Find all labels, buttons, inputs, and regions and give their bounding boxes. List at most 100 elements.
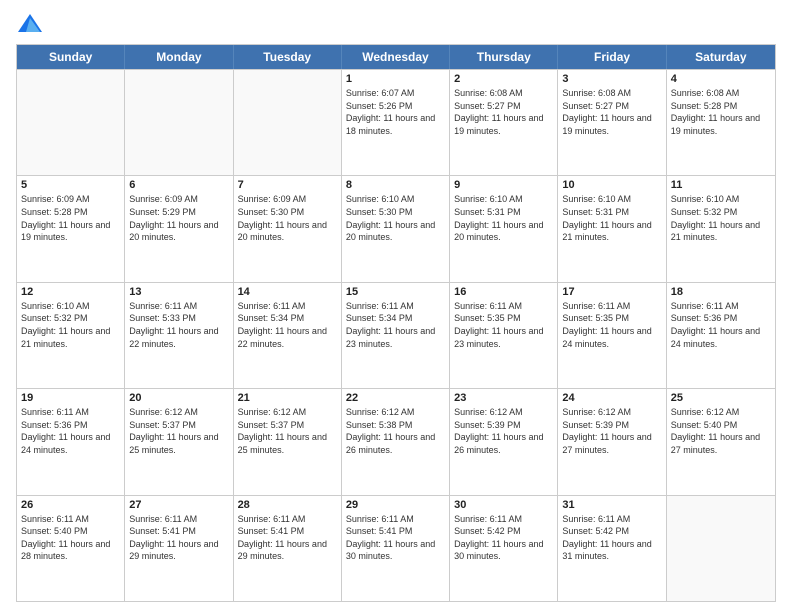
calendar-cell bbox=[17, 70, 125, 175]
day-number: 17 bbox=[562, 286, 661, 298]
calendar-cell: 4 Sunrise: 6:08 AM Sunset: 5:28 PM Daylig… bbox=[667, 70, 775, 175]
day-number: 19 bbox=[21, 392, 120, 404]
day-info: Sunrise: 6:10 AM Sunset: 5:30 PM Dayligh… bbox=[346, 193, 445, 243]
header-day-friday: Friday bbox=[558, 45, 666, 69]
day-info: Sunrise: 6:11 AM Sunset: 5:42 PM Dayligh… bbox=[454, 513, 553, 563]
calendar-body: 1 Sunrise: 6:07 AM Sunset: 5:26 PM Daylig… bbox=[17, 69, 775, 601]
day-info: Sunrise: 6:08 AM Sunset: 5:27 PM Dayligh… bbox=[562, 87, 661, 137]
calendar-cell: 1 Sunrise: 6:07 AM Sunset: 5:26 PM Daylig… bbox=[342, 70, 450, 175]
day-info: Sunrise: 6:11 AM Sunset: 5:40 PM Dayligh… bbox=[21, 513, 120, 563]
calendar-cell: 27Sunrise: 6:11 AM Sunset: 5:41 PM Dayli… bbox=[125, 496, 233, 601]
week-row-2: 5Sunrise: 6:09 AM Sunset: 5:28 PM Daylig… bbox=[17, 175, 775, 281]
day-number: 31 bbox=[562, 499, 661, 511]
day-number: 29 bbox=[346, 499, 445, 511]
calendar-cell: 23 Sunrise: 6:12 AM Sunset: 5:39 PM Dayli… bbox=[450, 389, 558, 494]
calendar-cell: 29Sunrise: 6:11 AM Sunset: 5:41 PM Dayli… bbox=[342, 496, 450, 601]
calendar-cell: 31 Sunrise: 6:11 AM Sunset: 5:42 PM Dayli… bbox=[558, 496, 666, 601]
calendar-cell: 6Sunrise: 6:09 AM Sunset: 5:29 PM Daylig… bbox=[125, 176, 233, 281]
header bbox=[16, 10, 776, 38]
day-info: Sunrise: 6:10 AM Sunset: 5:32 PM Dayligh… bbox=[21, 300, 120, 350]
calendar-cell: 15Sunrise: 6:11 AM Sunset: 5:34 PM Dayli… bbox=[342, 283, 450, 388]
calendar-cell: 7 Sunrise: 6:09 AM Sunset: 5:30 PM Daylig… bbox=[234, 176, 342, 281]
day-info: Sunrise: 6:11 AM Sunset: 5:36 PM Dayligh… bbox=[671, 300, 771, 350]
calendar-cell: 18 Sunrise: 6:11 AM Sunset: 5:36 PM Dayli… bbox=[667, 283, 775, 388]
day-number: 16 bbox=[454, 286, 553, 298]
day-number: 10 bbox=[562, 179, 661, 191]
day-number: 11 bbox=[671, 179, 771, 191]
calendar-cell: 28 Sunrise: 6:11 AM Sunset: 5:41 PM Dayli… bbox=[234, 496, 342, 601]
calendar-cell: 30 Sunrise: 6:11 AM Sunset: 5:42 PM Dayli… bbox=[450, 496, 558, 601]
day-info: Sunrise: 6:10 AM Sunset: 5:31 PM Dayligh… bbox=[562, 193, 661, 243]
day-info: Sunrise: 6:11 AM Sunset: 5:42 PM Dayligh… bbox=[562, 513, 661, 563]
day-info: Sunrise: 6:09 AM Sunset: 5:30 PM Dayligh… bbox=[238, 193, 337, 243]
week-row-1: 1 Sunrise: 6:07 AM Sunset: 5:26 PM Daylig… bbox=[17, 69, 775, 175]
calendar-cell: 22 Sunrise: 6:12 AM Sunset: 5:38 PM Dayli… bbox=[342, 389, 450, 494]
day-number: 28 bbox=[238, 499, 337, 511]
calendar-cell: 25 Sunrise: 6:12 AM Sunset: 5:40 PM Dayli… bbox=[667, 389, 775, 494]
header-day-saturday: Saturday bbox=[667, 45, 775, 69]
logo-icon bbox=[16, 10, 44, 38]
day-info: Sunrise: 6:11 AM Sunset: 5:33 PM Dayligh… bbox=[129, 300, 228, 350]
day-number: 30 bbox=[454, 499, 553, 511]
calendar-cell: 11 Sunrise: 6:10 AM Sunset: 5:32 PM Dayli… bbox=[667, 176, 775, 281]
day-number: 3 bbox=[562, 73, 661, 85]
header-day-thursday: Thursday bbox=[450, 45, 558, 69]
calendar-cell bbox=[667, 496, 775, 601]
day-number: 22 bbox=[346, 392, 445, 404]
day-info: Sunrise: 6:12 AM Sunset: 5:39 PM Dayligh… bbox=[562, 406, 661, 456]
day-number: 27 bbox=[129, 499, 228, 511]
day-number: 2 bbox=[454, 73, 553, 85]
calendar-cell: 13Sunrise: 6:11 AM Sunset: 5:33 PM Dayli… bbox=[125, 283, 233, 388]
day-number: 18 bbox=[671, 286, 771, 298]
day-number: 5 bbox=[21, 179, 120, 191]
header-day-sunday: Sunday bbox=[17, 45, 125, 69]
day-info: Sunrise: 6:11 AM Sunset: 5:41 PM Dayligh… bbox=[238, 513, 337, 563]
day-number: 25 bbox=[671, 392, 771, 404]
header-day-wednesday: Wednesday bbox=[342, 45, 450, 69]
calendar-cell: 8 Sunrise: 6:10 AM Sunset: 5:30 PM Daylig… bbox=[342, 176, 450, 281]
day-number: 8 bbox=[346, 179, 445, 191]
day-number: 7 bbox=[238, 179, 337, 191]
calendar-cell: 9 Sunrise: 6:10 AM Sunset: 5:31 PM Daylig… bbox=[450, 176, 558, 281]
calendar-header: SundayMondayTuesdayWednesdayThursdayFrid… bbox=[17, 45, 775, 69]
day-info: Sunrise: 6:12 AM Sunset: 5:38 PM Dayligh… bbox=[346, 406, 445, 456]
day-info: Sunrise: 6:11 AM Sunset: 5:35 PM Dayligh… bbox=[454, 300, 553, 350]
header-day-tuesday: Tuesday bbox=[234, 45, 342, 69]
calendar: SundayMondayTuesdayWednesdayThursdayFrid… bbox=[16, 44, 776, 602]
day-info: Sunrise: 6:08 AM Sunset: 5:27 PM Dayligh… bbox=[454, 87, 553, 137]
calendar-cell: 26Sunrise: 6:11 AM Sunset: 5:40 PM Dayli… bbox=[17, 496, 125, 601]
calendar-cell: 3 Sunrise: 6:08 AM Sunset: 5:27 PM Daylig… bbox=[558, 70, 666, 175]
day-info: Sunrise: 6:10 AM Sunset: 5:32 PM Dayligh… bbox=[671, 193, 771, 243]
calendar-cell: 12 Sunrise: 6:10 AM Sunset: 5:32 PM Dayli… bbox=[17, 283, 125, 388]
calendar-cell: 19 Sunrise: 6:11 AM Sunset: 5:36 PM Dayli… bbox=[17, 389, 125, 494]
day-info: Sunrise: 6:09 AM Sunset: 5:29 PM Dayligh… bbox=[129, 193, 228, 243]
day-number: 9 bbox=[454, 179, 553, 191]
day-number: 4 bbox=[671, 73, 771, 85]
calendar-cell: 21 Sunrise: 6:12 AM Sunset: 5:37 PM Dayli… bbox=[234, 389, 342, 494]
day-info: Sunrise: 6:10 AM Sunset: 5:31 PM Dayligh… bbox=[454, 193, 553, 243]
day-info: Sunrise: 6:11 AM Sunset: 5:36 PM Dayligh… bbox=[21, 406, 120, 456]
day-info: Sunrise: 6:12 AM Sunset: 5:40 PM Dayligh… bbox=[671, 406, 771, 456]
calendar-cell: 24 Sunrise: 6:12 AM Sunset: 5:39 PM Dayli… bbox=[558, 389, 666, 494]
calendar-cell: 2 Sunrise: 6:08 AM Sunset: 5:27 PM Daylig… bbox=[450, 70, 558, 175]
week-row-3: 12 Sunrise: 6:10 AM Sunset: 5:32 PM Dayli… bbox=[17, 282, 775, 388]
calendar-cell: 17Sunrise: 6:11 AM Sunset: 5:35 PM Dayli… bbox=[558, 283, 666, 388]
day-number: 21 bbox=[238, 392, 337, 404]
calendar-cell: 10 Sunrise: 6:10 AM Sunset: 5:31 PM Dayli… bbox=[558, 176, 666, 281]
day-number: 24 bbox=[562, 392, 661, 404]
day-number: 12 bbox=[21, 286, 120, 298]
day-info: Sunrise: 6:07 AM Sunset: 5:26 PM Dayligh… bbox=[346, 87, 445, 137]
calendar-cell: 20Sunrise: 6:12 AM Sunset: 5:37 PM Dayli… bbox=[125, 389, 233, 494]
week-row-5: 26Sunrise: 6:11 AM Sunset: 5:40 PM Dayli… bbox=[17, 495, 775, 601]
day-number: 23 bbox=[454, 392, 553, 404]
day-info: Sunrise: 6:12 AM Sunset: 5:37 PM Dayligh… bbox=[129, 406, 228, 456]
day-info: Sunrise: 6:08 AM Sunset: 5:28 PM Dayligh… bbox=[671, 87, 771, 137]
calendar-cell bbox=[234, 70, 342, 175]
day-number: 1 bbox=[346, 73, 445, 85]
header-day-monday: Monday bbox=[125, 45, 233, 69]
calendar-cell: 16 Sunrise: 6:11 AM Sunset: 5:35 PM Dayli… bbox=[450, 283, 558, 388]
calendar-cell: 5Sunrise: 6:09 AM Sunset: 5:28 PM Daylig… bbox=[17, 176, 125, 281]
day-info: Sunrise: 6:12 AM Sunset: 5:37 PM Dayligh… bbox=[238, 406, 337, 456]
day-info: Sunrise: 6:11 AM Sunset: 5:34 PM Dayligh… bbox=[346, 300, 445, 350]
day-info: Sunrise: 6:12 AM Sunset: 5:39 PM Dayligh… bbox=[454, 406, 553, 456]
